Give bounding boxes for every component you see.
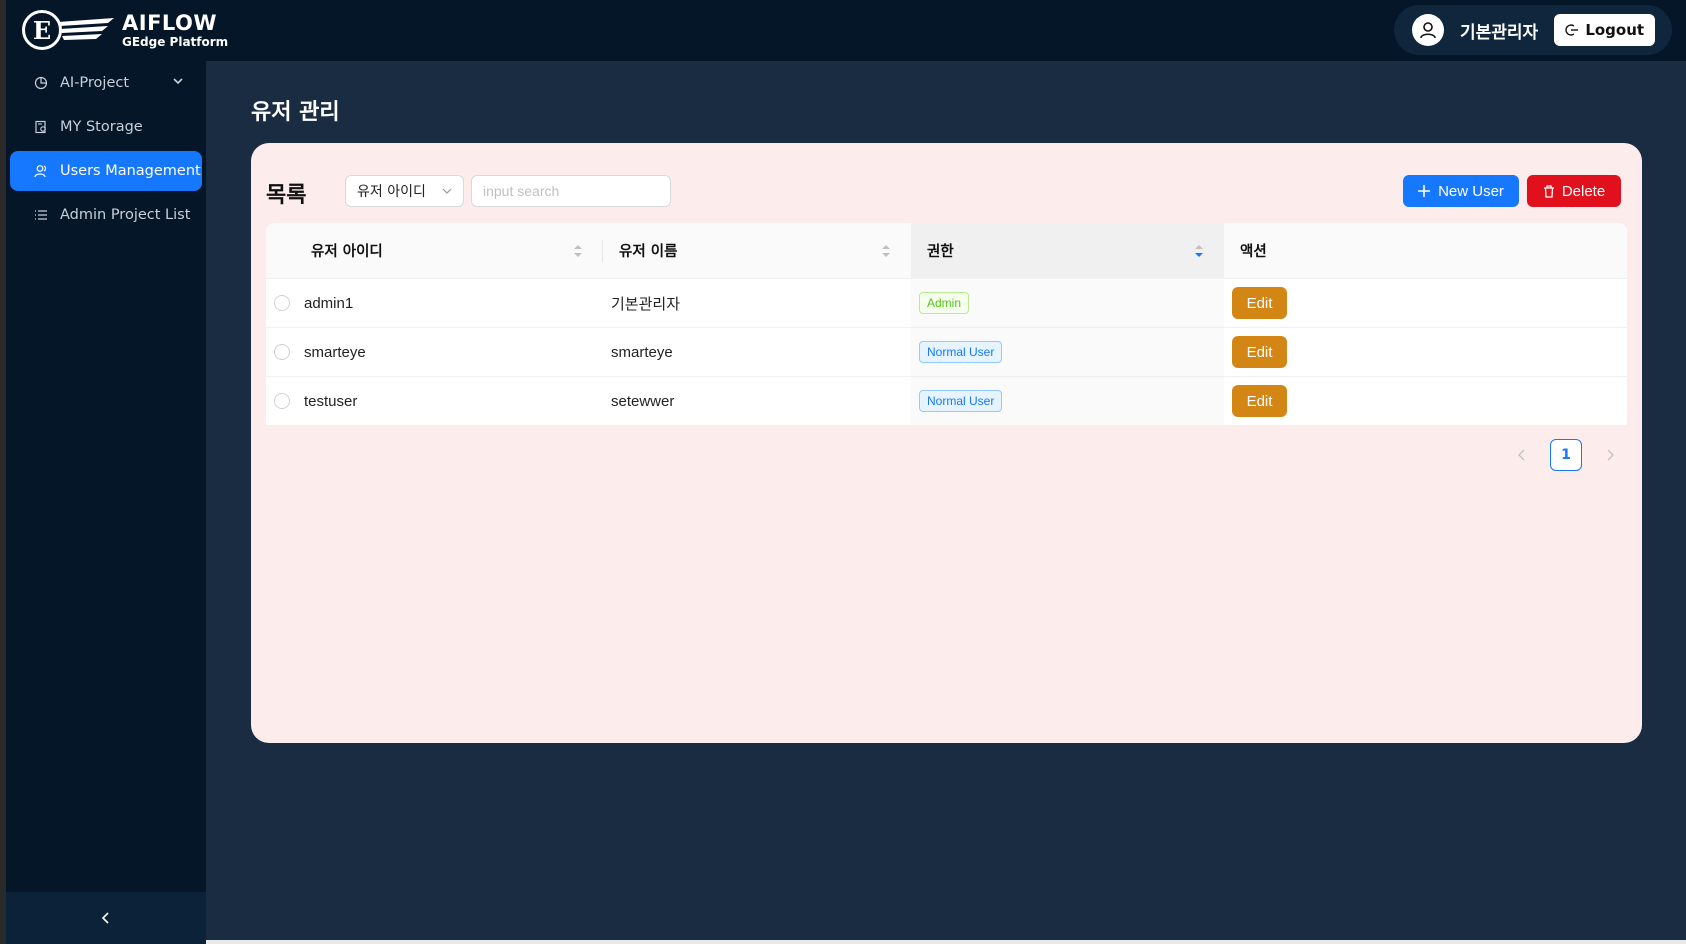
column-header-user-id[interactable]: 유저 아이디 xyxy=(266,223,603,278)
column-label: 액션 xyxy=(1240,244,1267,260)
user-name: 기본관리자 xyxy=(611,295,681,313)
sidebar-item-label: AI-Project xyxy=(60,75,130,91)
sidebar-item-label: Admin Project List xyxy=(60,207,191,223)
username: 기본관리자 xyxy=(1460,22,1539,43)
row-select-radio[interactable] xyxy=(274,393,290,409)
logo-subtitle: GEdge Platform xyxy=(122,34,229,49)
prev-page-button[interactable] xyxy=(1510,439,1534,471)
row-select-radio[interactable] xyxy=(274,295,290,311)
users-table: 유저 아이디 유저 이름 권한 액션 admin1 기본관리자 Admin Ed… xyxy=(266,223,1627,425)
cell-role: Normal User xyxy=(911,377,1224,425)
delete-label: Delete xyxy=(1561,182,1606,200)
user-name: smarteye xyxy=(611,343,673,361)
edit-button[interactable]: Edit xyxy=(1232,385,1287,417)
user-id: testuser xyxy=(304,392,358,410)
chevron-down-icon xyxy=(441,185,453,201)
cell-action: Edit xyxy=(1224,279,1627,327)
storage-icon xyxy=(34,119,50,135)
new-user-button[interactable]: New User xyxy=(1403,175,1519,207)
role-badge: Admin xyxy=(919,292,970,314)
column-header-user-name[interactable]: 유저 이름 xyxy=(603,223,911,278)
next-page-button[interactable] xyxy=(1598,439,1622,471)
logo-mark: E xyxy=(22,10,62,50)
table-row[interactable]: smarteye smarteye Normal User Edit xyxy=(266,328,1627,377)
pie-chart-icon xyxy=(34,75,50,91)
logo-title: AIFLOW xyxy=(122,10,218,35)
logo[interactable]: E AIFLOW GEdge Platform xyxy=(22,10,228,50)
cell-action: Edit xyxy=(1224,328,1627,376)
pagination: 1 xyxy=(1510,439,1622,471)
column-label: 유저 이름 xyxy=(619,244,678,260)
search-field-select[interactable]: 유저 아이디 xyxy=(345,175,464,207)
logo-wings-icon xyxy=(58,18,114,40)
chevron-right-icon xyxy=(1607,449,1614,461)
row-select-radio[interactable] xyxy=(274,344,290,360)
plus-icon xyxy=(1418,185,1431,197)
list-title: 목록 xyxy=(266,183,307,208)
new-user-label: New User xyxy=(1438,182,1504,200)
trash-icon xyxy=(1543,184,1554,198)
sidebar-collapse-button[interactable] xyxy=(6,892,206,944)
logo-text: AIFLOW GEdge Platform xyxy=(122,10,229,49)
chevron-left-icon xyxy=(101,912,109,924)
sidebar-item-label: MY Storage xyxy=(60,119,143,135)
sidebar-item-label: Users Management xyxy=(60,163,201,179)
user-icon xyxy=(1420,22,1436,39)
logout-icon xyxy=(1565,24,1579,36)
sidebar-item-ai-project[interactable]: AI-Project xyxy=(10,63,202,103)
top-bar: E AIFLOW GEdge Platform 기본관리자 Logout xyxy=(6,0,1686,61)
sort-icon xyxy=(574,245,582,257)
column-label: 권한 xyxy=(927,244,954,260)
cell-user-id: smarteye xyxy=(266,328,603,376)
user-name: setewwer xyxy=(611,392,675,410)
search-field-value: 유저 아이디 xyxy=(357,184,426,200)
table-row[interactable]: admin1 기본관리자 Admin Edit xyxy=(266,279,1627,328)
table-header: 유저 아이디 유저 이름 권한 액션 xyxy=(266,223,1627,279)
avatar[interactable] xyxy=(1412,14,1444,46)
role-badge: Normal User xyxy=(919,390,1003,412)
page-number-button[interactable]: 1 xyxy=(1550,439,1582,471)
user-id: admin1 xyxy=(304,294,354,312)
delete-button[interactable]: Delete xyxy=(1527,175,1621,207)
cell-user-id: testuser xyxy=(266,377,603,425)
edit-button[interactable]: Edit xyxy=(1232,287,1287,319)
column-header-role[interactable]: 권한 xyxy=(911,223,1224,278)
sidebar-item-admin-project-list[interactable]: Admin Project List xyxy=(10,195,202,235)
cell-user-id: admin1 xyxy=(266,279,603,327)
cell-action: Edit xyxy=(1224,377,1627,425)
sort-icon xyxy=(882,245,890,257)
sort-icon-active xyxy=(1195,245,1203,257)
users-card: 목록 유저 아이디 New User Delete 유저 아이디 유저 이름 권… xyxy=(251,143,1642,743)
chevron-down-icon xyxy=(172,75,184,91)
list-icon xyxy=(34,207,50,223)
user-id: smarteye xyxy=(304,343,366,361)
cell-role: Admin xyxy=(911,279,1224,327)
cell-role: Normal User xyxy=(911,328,1224,376)
sidebar-item-users-management[interactable]: Users Management xyxy=(10,151,202,191)
column-label: 유저 아이디 xyxy=(311,244,383,260)
logout-label: Logout xyxy=(1585,21,1645,39)
search-input[interactable] xyxy=(471,175,671,207)
users-icon xyxy=(34,163,50,179)
table-row[interactable]: testuser setewwer Normal User Edit xyxy=(266,377,1627,425)
sidebar: AI-Project MY Storage Users Management A… xyxy=(6,61,206,944)
edit-button[interactable]: Edit xyxy=(1232,336,1287,368)
column-header-action: 액션 xyxy=(1224,223,1627,278)
cell-user-name: setewwer xyxy=(603,377,911,425)
sidebar-menu: AI-Project MY Storage Users Management A… xyxy=(6,63,206,235)
role-badge: Normal User xyxy=(919,341,1003,363)
user-box: 기본관리자 Logout xyxy=(1394,5,1672,55)
cell-user-name: 기본관리자 xyxy=(603,279,911,327)
logout-button[interactable]: Logout xyxy=(1554,14,1656,46)
sidebar-item-my-storage[interactable]: MY Storage xyxy=(10,107,202,147)
page-title: 유저 관리 xyxy=(251,100,340,125)
horizontal-scrollbar[interactable] xyxy=(206,940,1686,944)
cell-user-name: smarteye xyxy=(603,328,911,376)
chevron-left-icon xyxy=(1518,449,1525,461)
